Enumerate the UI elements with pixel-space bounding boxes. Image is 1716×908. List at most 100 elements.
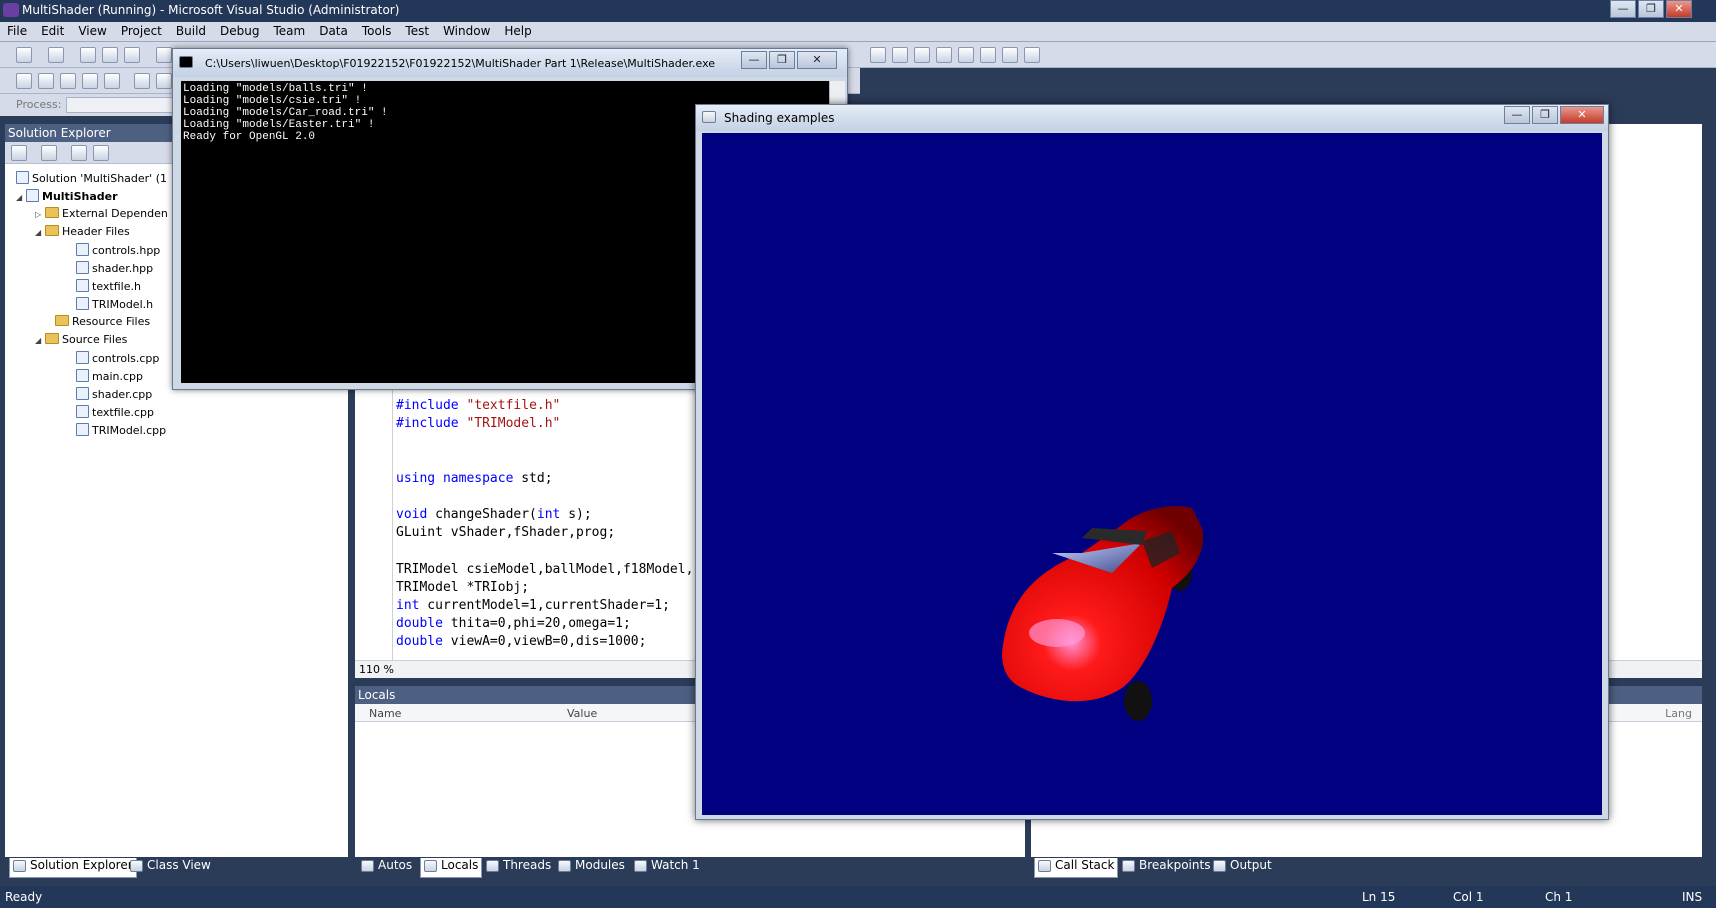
- code-line[interactable]: double viewA=0,viewB=0,dis=1000;: [396, 633, 693, 651]
- tree-file[interactable]: shader.hpp: [76, 261, 153, 275]
- tree-file[interactable]: controls.hpp: [76, 243, 160, 257]
- debug-tool-7-icon[interactable]: [1002, 47, 1018, 63]
- minimize-button[interactable]: —: [1610, 0, 1636, 18]
- process-dropdown[interactable]: [66, 97, 176, 113]
- code-line[interactable]: double thita=0,phi=20,omega=1;: [396, 615, 693, 633]
- menu-team[interactable]: Team: [266, 22, 312, 40]
- tab-solution-explorer[interactable]: Solution Explorer: [9, 858, 137, 878]
- tab-threads[interactable]: Threads: [486, 858, 551, 878]
- collapse-icon[interactable]: ◢: [35, 228, 45, 237]
- tab-locals[interactable]: Locals: [420, 858, 483, 878]
- code-line[interactable]: [396, 488, 693, 506]
- menu-view[interactable]: View: [71, 22, 113, 40]
- debug-tool-1-icon[interactable]: [870, 47, 886, 63]
- collapse-icon[interactable]: ◢: [35, 336, 45, 345]
- menu-project[interactable]: Project: [114, 22, 169, 40]
- opengl-title-bar[interactable]: Shading examples — ❐ ✕: [696, 105, 1608, 131]
- opengl-close-button[interactable]: ✕: [1560, 106, 1604, 124]
- console-maximize-button[interactable]: ❐: [769, 51, 795, 69]
- tree-file[interactable]: TRIModel.cpp: [76, 423, 166, 437]
- new-project-icon[interactable]: [16, 47, 32, 63]
- menu-edit[interactable]: Edit: [34, 22, 71, 40]
- opengl-canvas[interactable]: [702, 133, 1602, 815]
- close-button[interactable]: ✕: [1666, 0, 1692, 18]
- toolbar-icon-b[interactable]: [38, 73, 54, 89]
- tab-autos[interactable]: Autos: [361, 858, 412, 878]
- tree-file[interactable]: shader.cpp: [76, 387, 152, 401]
- opengl-maximize-button[interactable]: ❐: [1532, 106, 1558, 124]
- collapse-icon[interactable]: ◢: [16, 193, 26, 202]
- code-line[interactable]: using namespace std;: [396, 470, 693, 488]
- code-line[interactable]: TRIModel *TRIobj;: [396, 579, 693, 597]
- debug-tool-4-icon[interactable]: [936, 47, 952, 63]
- tree-file[interactable]: textfile.h: [76, 279, 141, 293]
- tree-external-dependencies[interactable]: ▷ External Dependen: [35, 207, 168, 220]
- open-file-icon[interactable]: [80, 47, 96, 63]
- cut-icon[interactable]: [156, 47, 172, 63]
- tab-output[interactable]: Output: [1213, 858, 1272, 878]
- opengl-minimize-button[interactable]: —: [1504, 106, 1530, 124]
- toolbar-icon-c[interactable]: [60, 73, 76, 89]
- toolbar-icon-e[interactable]: [104, 73, 120, 89]
- save-icon[interactable]: [102, 47, 118, 63]
- debug-tool-5-icon[interactable]: [958, 47, 974, 63]
- tree-resource-files[interactable]: Resource Files: [55, 315, 150, 328]
- code-line[interactable]: #include "TRIModel.h": [396, 415, 693, 433]
- zoom-dropdown[interactable]: 110 %: [359, 663, 394, 676]
- code-line[interactable]: #include "textfile.h": [396, 397, 693, 415]
- tree-header-files[interactable]: ◢ Header Files: [35, 225, 130, 238]
- tree-source-files[interactable]: ◢ Source Files: [35, 333, 127, 346]
- debug-tool-2-icon[interactable]: [892, 47, 908, 63]
- show-all-files-icon[interactable]: [41, 145, 57, 161]
- console-minimize-button[interactable]: —: [741, 51, 767, 69]
- column-name[interactable]: Name: [369, 707, 401, 720]
- save-all-icon[interactable]: [124, 47, 140, 63]
- console-close-button[interactable]: ✕: [797, 51, 837, 69]
- toolbar-icon-d[interactable]: [82, 73, 98, 89]
- menu-debug[interactable]: Debug: [213, 22, 266, 40]
- indent-icon[interactable]: [134, 73, 150, 89]
- maximize-button[interactable]: ❐: [1638, 0, 1664, 18]
- tree-file[interactable]: controls.cpp: [76, 351, 159, 365]
- debug-tool-3-icon[interactable]: [914, 47, 930, 63]
- code-text[interactable]: #include "textfile.h" #include "TRIModel.…: [396, 397, 693, 652]
- menu-file[interactable]: File: [0, 22, 34, 40]
- code-line[interactable]: TRIModel csieModel,ballModel,f18Model,: [396, 561, 693, 579]
- toolbar-icon-a[interactable]: [16, 73, 32, 89]
- menu-data[interactable]: Data: [312, 22, 355, 40]
- debug-tool-8-icon[interactable]: [1024, 47, 1040, 63]
- refresh-icon[interactable]: [71, 145, 87, 161]
- tab-modules[interactable]: Modules: [558, 858, 625, 878]
- code-line[interactable]: void changeShader(int s);: [396, 506, 693, 524]
- code-line[interactable]: [396, 452, 693, 470]
- tab-call-stack[interactable]: Call Stack: [1034, 858, 1119, 878]
- tree-file[interactable]: textfile.cpp: [76, 405, 154, 419]
- code-line[interactable]: int currentModel=1,currentShader=1;: [396, 597, 693, 615]
- column-value[interactable]: Value: [567, 707, 597, 720]
- class-diagram-icon[interactable]: [93, 145, 109, 161]
- menu-build[interactable]: Build: [169, 22, 213, 40]
- menu-tools[interactable]: Tools: [355, 22, 399, 40]
- tree-project[interactable]: ◢ MultiShader: [16, 189, 118, 203]
- code-line[interactable]: GLuint vShader,fShader,prog;: [396, 524, 693, 542]
- menu-test[interactable]: Test: [398, 22, 436, 40]
- properties-icon[interactable]: [11, 145, 27, 161]
- tab-watch1[interactable]: Watch 1: [634, 858, 700, 878]
- code-line[interactable]: [396, 543, 693, 561]
- console-title-bar[interactable]: C:\Users\liwuen\Desktop\F01922152\F01922…: [173, 49, 847, 77]
- menu-help[interactable]: Help: [497, 22, 538, 40]
- code-line[interactable]: [396, 433, 693, 451]
- cpp-file-icon: [76, 387, 89, 400]
- tree-solution[interactable]: Solution 'MultiShader' (1: [16, 171, 167, 185]
- menu-window[interactable]: Window: [436, 22, 497, 40]
- opengl-window[interactable]: Shading examples — ❐ ✕: [695, 104, 1609, 820]
- outdent-icon[interactable]: [156, 73, 172, 89]
- tree-file[interactable]: main.cpp: [76, 369, 143, 383]
- column-lang[interactable]: Lang: [1665, 707, 1692, 720]
- debug-tool-6-icon[interactable]: [980, 47, 996, 63]
- expand-icon[interactable]: ▷: [35, 210, 45, 219]
- tree-file[interactable]: TRIModel.h: [76, 297, 153, 311]
- add-item-icon[interactable]: [48, 47, 64, 63]
- tab-breakpoints[interactable]: Breakpoints: [1122, 858, 1210, 878]
- tab-class-view[interactable]: Class View: [130, 858, 211, 878]
